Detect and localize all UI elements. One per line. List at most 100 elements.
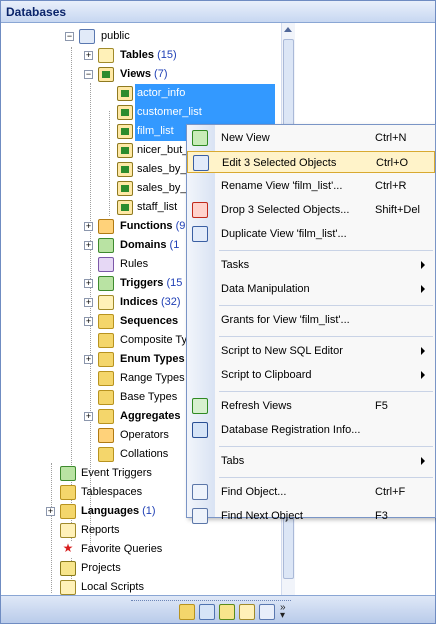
- node-name: Projects: [81, 562, 121, 574]
- node-name: Functions: [120, 220, 173, 232]
- expand-icon[interactable]: +: [84, 412, 93, 421]
- databases-icon[interactable]: [179, 604, 195, 620]
- tree-node-label[interactable]: Triggers (15: [118, 274, 184, 293]
- menu-item-edit-3-selected-objects[interactable]: Edit 3 Selected Objects Ctrl+O: [187, 151, 435, 173]
- tree-node-label[interactable]: Indices (32): [118, 293, 183, 312]
- menu-item-database-registration-info[interactable]: Database Registration Info...: [187, 419, 435, 441]
- table-icon[interactable]: [239, 604, 255, 620]
- tree-node-label[interactable]: Favorite Queries: [79, 540, 164, 559]
- expand-icon[interactable]: +: [84, 317, 93, 326]
- tree-node-label[interactable]: Functions (9: [118, 217, 187, 236]
- tree-node-label[interactable]: Enum Types: [118, 350, 187, 369]
- expand-icon[interactable]: +: [84, 298, 93, 307]
- collations-folder-icon: [98, 447, 114, 462]
- tree-node-label[interactable]: Aggregates: [118, 407, 183, 426]
- resize-grip[interactable]: [131, 596, 291, 601]
- node-count: (9: [172, 220, 186, 232]
- tree-node-label[interactable]: Tables (15): [118, 46, 179, 65]
- tree-node-label[interactable]: Tablespaces: [79, 483, 144, 502]
- tree-node-label[interactable]: Operators: [118, 426, 171, 445]
- node-name: Domains: [120, 239, 167, 251]
- node-name: nicer_but_: [137, 144, 189, 156]
- expand-icon[interactable]: +: [84, 279, 93, 288]
- scroll-up-icon[interactable]: [284, 27, 292, 32]
- tree-node-label[interactable]: sales_by_: [135, 179, 189, 198]
- menu-separator: [219, 336, 433, 337]
- tree-node-label[interactable]: Sequences: [118, 312, 180, 331]
- menu-item-data-manipulation[interactable]: Data Manipulation: [187, 278, 435, 300]
- tree-node[interactable]: − public: [1, 27, 281, 46]
- node-name: Views: [120, 68, 151, 80]
- menu-separator: [219, 391, 433, 392]
- tablespaces-icon: [60, 485, 76, 500]
- expand-icon[interactable]: +: [84, 222, 93, 231]
- tree-node-label[interactable]: Rules: [118, 255, 150, 274]
- favorite-queries-icon: ★: [60, 542, 76, 557]
- duplicate-view-icon: [192, 226, 208, 242]
- tree-node[interactable]: ★ Favorite Queries: [1, 540, 281, 559]
- collapse-icon[interactable]: −: [84, 70, 93, 79]
- menu-item-find-next-object[interactable]: Find Next Object F3: [187, 505, 435, 527]
- node-name: Reports: [81, 524, 120, 536]
- expand-icon[interactable]: +: [84, 355, 93, 364]
- node-name: Rules: [120, 258, 149, 270]
- tree-node-label[interactable]: Local Scripts: [79, 578, 146, 595]
- tree-node-label[interactable]: sales_by_: [135, 160, 189, 179]
- node-count: (1): [139, 505, 156, 517]
- tree-node-label[interactable]: public: [99, 27, 132, 46]
- tree-node-label[interactable]: Collations: [118, 445, 170, 464]
- tree-node-label[interactable]: nicer_but_: [135, 141, 190, 160]
- tree-node[interactable]: actor_info: [1, 84, 281, 103]
- table-folder-icon: [98, 48, 114, 63]
- menu-item-drop-3-selected-objects[interactable]: Drop 3 Selected Objects... Shift+Del: [187, 199, 435, 221]
- collapse-icon[interactable]: −: [65, 32, 74, 41]
- tree-node-label[interactable]: Domains (1: [118, 236, 181, 255]
- tree-node[interactable]: Local Scripts: [1, 578, 281, 595]
- tree-node-label[interactable]: Languages (1): [79, 502, 158, 521]
- grid-icon[interactable]: [259, 604, 275, 620]
- node-name: Triggers: [120, 277, 164, 289]
- triggers-folder-icon: [98, 276, 114, 291]
- local-scripts-icon: [60, 580, 76, 595]
- tree-node[interactable]: customer_list: [1, 103, 281, 122]
- node-name: sales_by_: [137, 182, 187, 194]
- operators-folder-icon: [98, 428, 114, 443]
- menu-item-shortcut: Ctrl+R: [375, 180, 407, 192]
- menu-item-tasks[interactable]: Tasks: [187, 254, 435, 276]
- menu-item-script-to-new-sql-editor[interactable]: Script to New SQL Editor: [187, 340, 435, 362]
- tree-node[interactable]: − Views (7): [1, 65, 281, 84]
- tree-node-label[interactable]: actor_info: [135, 84, 275, 103]
- tree-node-label[interactable]: Reports: [79, 521, 122, 540]
- folder-icon[interactable]: [199, 604, 215, 620]
- tree-node-label[interactable]: Views (7): [118, 65, 170, 84]
- tree-node-label[interactable]: staff_list: [135, 198, 179, 217]
- view-icon: [117, 143, 133, 158]
- expand-icon[interactable]: +: [84, 51, 93, 60]
- panel-header: Databases: [1, 1, 435, 23]
- tree-node-label[interactable]: Projects: [79, 559, 123, 578]
- menu-item-label: Drop 3 Selected Objects...: [221, 204, 350, 216]
- tree-node-label[interactable]: Base Types: [118, 388, 179, 407]
- tree-node-label[interactable]: customer_list: [135, 103, 275, 122]
- tree-node-label[interactable]: Event Triggers: [79, 464, 154, 483]
- menu-item-tabs[interactable]: Tabs: [187, 450, 435, 472]
- view-icon: [117, 86, 133, 101]
- node-name: film_list: [137, 125, 174, 137]
- tree-node-label[interactable]: Composite Ty: [118, 331, 189, 350]
- filter-icon[interactable]: [219, 604, 235, 620]
- menu-item-new-view[interactable]: New View Ctrl+N: [187, 127, 435, 149]
- menu-item-grants-for-view-film-list[interactable]: Grants for View 'film_list'...: [187, 309, 435, 331]
- menu-item-rename-view-film-list[interactable]: Rename View 'film_list'... Ctrl+R: [187, 175, 435, 197]
- node-name: Base Types: [120, 391, 178, 403]
- tree-node[interactable]: + Tables (15): [1, 46, 281, 65]
- node-name: Operators: [120, 429, 169, 441]
- menu-item-duplicate-view-film-list[interactable]: Duplicate View 'film_list'...: [187, 223, 435, 245]
- more-icon[interactable]: » ▾: [280, 603, 290, 621]
- menu-item-refresh-views[interactable]: Refresh Views F5: [187, 395, 435, 417]
- tree-node-label[interactable]: Range Types: [118, 369, 187, 388]
- expand-icon[interactable]: +: [46, 507, 55, 516]
- tree-node[interactable]: Projects: [1, 559, 281, 578]
- menu-item-find-object[interactable]: Find Object... Ctrl+F: [187, 481, 435, 503]
- menu-item-script-to-clipboard[interactable]: Script to Clipboard: [187, 364, 435, 386]
- expand-icon[interactable]: +: [84, 241, 93, 250]
